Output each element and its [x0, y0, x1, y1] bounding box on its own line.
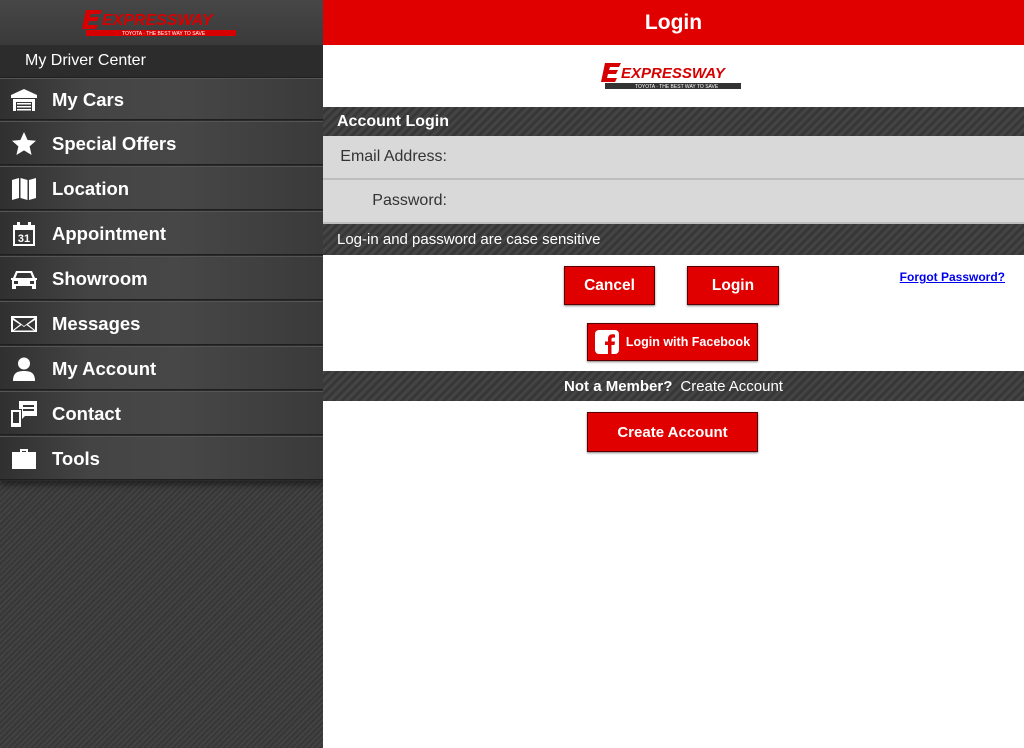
password-field[interactable] [455, 180, 1024, 222]
driver-center-heading: My Driver Center [0, 45, 323, 78]
sidebar-item-contact[interactable]: Contact [0, 391, 323, 436]
expressway-logo: EXPRESSWAY TOYOTA · THE BEST WAY TO SAVE [81, 9, 236, 37]
sidebar-item-tools[interactable]: Tools [0, 436, 323, 481]
sidebar-item-appointment[interactable]: 31 Appointment [0, 211, 323, 256]
sidebar-item-label: My Account [52, 357, 157, 379]
sidebar-item-special-offers[interactable]: Special Offers [0, 121, 323, 166]
calendar-icon: 31 [0, 220, 52, 248]
password-label: Password: [372, 192, 447, 209]
svg-text:TOYOTA · THE BEST WAY TO SAVE: TOYOTA · THE BEST WAY TO SAVE [122, 31, 206, 37]
account-login-heading: Account Login [323, 107, 1024, 136]
sidebar-item-label: Contact [52, 402, 121, 424]
forgot-password-link[interactable]: Forgot Password? [900, 270, 1005, 284]
sidebar: EXPRESSWAY TOYOTA · THE BEST WAY TO SAVE… [0, 0, 323, 748]
facebook-login-button[interactable]: Login with Facebook [587, 323, 758, 361]
person-icon [0, 355, 52, 383]
svg-text:TOYOTA · THE BEST WAY TO SAVE: TOYOTA · THE BEST WAY TO SAVE [635, 84, 719, 90]
not-member-text: Not a Member? [564, 377, 673, 395]
password-row: Password: [323, 180, 1024, 224]
sidebar-item-label: Showroom [52, 267, 148, 289]
phone-icon [0, 400, 52, 428]
email-row: Email Address: [323, 136, 1024, 180]
sidebar-item-label: Special Offers [52, 132, 177, 154]
main-panel: Login EXPRESSWAY TOYOTA · THE BEST WAY T… [323, 0, 1024, 748]
envelope-icon [0, 310, 52, 338]
main-logo: EXPRESSWAY TOYOTA · THE BEST WAY TO SAVE [323, 45, 1024, 107]
sidebar-item-label: Tools [52, 447, 100, 469]
sidebar-item-label: My Cars [52, 88, 124, 110]
sidebar-nav: My Cars Special Offers Location 31 Appoi… [0, 78, 323, 481]
car-icon [0, 265, 52, 293]
create-account-area: Create Account [323, 401, 1024, 461]
svg-text:EXPRESSWAY: EXPRESSWAY [102, 12, 214, 29]
sidebar-item-my-account[interactable]: My Account [0, 346, 323, 391]
sidebar-item-location[interactable]: Location [0, 166, 323, 211]
cancel-button[interactable]: Cancel [564, 266, 655, 305]
svg-text:EXPRESSWAY: EXPRESSWAY [621, 65, 727, 82]
garage-icon [0, 86, 52, 114]
sidebar-item-label: Messages [52, 312, 141, 334]
sidebar-logo[interactable]: EXPRESSWAY TOYOTA · THE BEST WAY TO SAVE [0, 0, 323, 45]
svg-text:31: 31 [18, 233, 30, 245]
facebook-login-label: Login with Facebook [625, 335, 751, 349]
member-prompt-bar: Not a Member? Create Account [323, 371, 1024, 401]
sidebar-item-messages[interactable]: Messages [0, 301, 323, 346]
email-label: Email Address: [340, 148, 447, 165]
page-title: Login [323, 0, 1024, 45]
star-icon [0, 130, 52, 158]
sidebar-item-my-cars[interactable]: My Cars [0, 78, 323, 121]
create-account-prompt: Create Account [680, 377, 783, 395]
case-sensitive-note: Log-in and password are case sensitive [323, 224, 1024, 255]
login-actions: Cancel Login Forgot Password? Login with… [323, 255, 1024, 371]
toolbox-icon [0, 445, 52, 473]
sidebar-item-label: Location [52, 177, 130, 199]
map-icon [0, 175, 52, 203]
login-button[interactable]: Login [687, 266, 779, 305]
facebook-icon [594, 330, 619, 354]
create-account-button[interactable]: Create Account [587, 412, 758, 452]
expressway-logo: EXPRESSWAY TOYOTA · THE BEST WAY TO SAVE [601, 63, 741, 90]
email-field[interactable] [455, 136, 1024, 178]
sidebar-item-label: Appointment [52, 222, 167, 244]
sidebar-item-showroom[interactable]: Showroom [0, 256, 323, 301]
